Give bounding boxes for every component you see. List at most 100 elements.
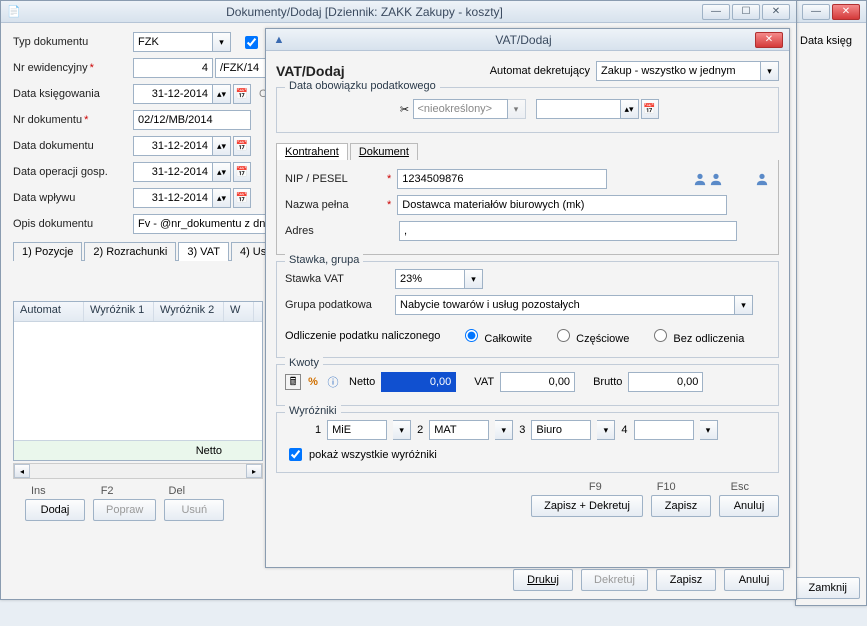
data-ksieg-input[interactable] <box>133 84 213 104</box>
zapisz-button[interactable]: Zapisz <box>656 569 716 591</box>
wyr1-dd[interactable]: ▾ <box>393 420 411 440</box>
bg-zamknij-button[interactable]: Zamknij <box>795 577 860 599</box>
bg-close[interactable]: ✕ <box>832 4 860 20</box>
wyr2-input[interactable] <box>429 420 489 440</box>
data-obowiazku-date[interactable] <box>536 99 621 119</box>
data-dok-spin[interactable]: ▴▾ <box>213 136 231 156</box>
stawka-input[interactable] <box>395 269 465 289</box>
wyr3-dd[interactable]: ▾ <box>597 420 615 440</box>
tab-vat[interactable]: 3) VAT <box>178 242 229 261</box>
col-automat[interactable]: Automat <box>14 302 84 321</box>
wyr4-dd[interactable]: ▾ <box>700 420 718 440</box>
vat-anuluj-button[interactable]: Anuluj <box>719 495 779 517</box>
calculator-icon[interactable]: 🖩 <box>285 374 301 390</box>
tab-pozycje[interactable]: 1) Pozycje <box>13 242 82 261</box>
data-oper-input[interactable] <box>133 162 213 182</box>
data-wplywu-spin[interactable]: ▴▾ <box>213 188 231 208</box>
data-dok-calendar-icon[interactable]: 📅 <box>233 136 251 156</box>
nr-dok-input[interactable] <box>133 110 251 130</box>
nip-label: NIP / PESEL <box>285 173 385 185</box>
zapisz-dekretuj-button[interactable]: Zapisz + Dekretuj <box>531 495 643 517</box>
data-oper-label: Data operacji gosp. <box>13 166 133 178</box>
bg-minimize[interactable]: — <box>802 4 830 20</box>
pokaz-wszystkie-checkbox[interactable]: pokaż wszystkie wyróżniki <box>285 445 437 464</box>
scissors-icon: ✂ <box>397 101 413 117</box>
data-obowiazku-spin[interactable]: ▴▾ <box>621 99 639 119</box>
tab-rozrachunki[interactable]: 2) Rozrachunki <box>84 242 176 261</box>
vat-table: Automat Wyróżnik 1 Wyróżnik 2 W Netto <box>13 301 263 461</box>
wyr2-n: 2 <box>417 424 423 436</box>
typ-dokumentu-label: Typ dokumentu <box>13 36 133 48</box>
person-icon-1[interactable] <box>692 171 708 187</box>
data-oper-calendar-icon[interactable]: 📅 <box>233 162 251 182</box>
data-ksieg-calendar-icon[interactable]: 📅 <box>233 84 251 104</box>
wyr3-input[interactable] <box>531 420 591 440</box>
wyr2-dd[interactable]: ▾ <box>495 420 513 440</box>
nr-ewid-input[interactable] <box>133 58 213 78</box>
nip-input[interactable] <box>397 169 607 189</box>
col-wyr2[interactable]: Wyróżnik 2 <box>154 302 224 321</box>
main-minimize-button[interactable]: — <box>702 4 730 20</box>
adres-input[interactable] <box>399 221 737 241</box>
hint-ins: Ins <box>31 485 46 497</box>
scroll-left[interactable]: ◂ <box>14 464 30 478</box>
radio-calkowite[interactable]: Całkowite <box>460 326 532 345</box>
grupa-label: Grupa podatkowa <box>285 299 395 311</box>
nieokreslony-dropdown[interactable]: ▾ <box>508 99 526 119</box>
dodaj-button[interactable]: Dodaj <box>25 499 85 521</box>
main-close-button[interactable]: ✕ <box>762 4 790 20</box>
odliczenie-label: Odliczenie podatku naliczonego <box>285 330 440 342</box>
vat-amt-input[interactable] <box>500 372 575 392</box>
typ-dokumentu-input[interactable] <box>133 32 213 52</box>
brutto-input[interactable] <box>628 372 703 392</box>
data-obowiazku-group: Data obowiązku podatkowego ✂ ▾ ▴▾ 📅 <box>276 87 779 133</box>
vat-zapisz-button[interactable]: Zapisz <box>651 495 711 517</box>
grupa-input[interactable] <box>395 295 735 315</box>
data-dok-input[interactable] <box>133 136 213 156</box>
info-icon[interactable]: ⓘ <box>325 374 341 390</box>
anuluj-button[interactable]: Anuluj <box>724 569 784 591</box>
wyr1-input[interactable] <box>327 420 387 440</box>
nieokreslony-input[interactable] <box>413 99 508 119</box>
main-title: Dokumenty/Dodaj [Dziennik: ZAKK Zakupy -… <box>27 5 702 19</box>
main-maximize-button[interactable]: ☐ <box>732 4 760 20</box>
col-wyr1[interactable]: Wyróżnik 1 <box>84 302 154 321</box>
vat-app-icon: ▲ <box>272 33 286 47</box>
wyr4-input[interactable] <box>634 420 694 440</box>
usun-button[interactable]: Usuń <box>164 499 224 521</box>
radio-bez[interactable]: Bez odliczenia <box>649 326 744 345</box>
stawka-dropdown[interactable]: ▾ <box>465 269 483 289</box>
typ-dokumentu-dropdown[interactable]: ▾ <box>213 32 231 52</box>
person-icon-3[interactable] <box>754 171 770 187</box>
automat-dropdown[interactable]: ▾ <box>761 61 779 81</box>
data-oper-spin[interactable]: ▴▾ <box>213 162 231 182</box>
stawka-group: Stawka, grupa Stawka VAT ▾ Grupa podatko… <box>276 261 779 358</box>
scroll-right[interactable]: ▸ <box>246 464 262 478</box>
data-ksieg-spin[interactable]: ▴▾ <box>213 84 231 104</box>
percent-icon[interactable]: % <box>305 374 321 390</box>
vat-amt-label: VAT <box>474 376 494 388</box>
data-wplywu-calendar-icon[interactable]: 📅 <box>233 188 251 208</box>
data-obowiazku-calendar-icon[interactable]: 📅 <box>641 99 659 119</box>
opis-input[interactable] <box>133 214 273 234</box>
subtab-dokument[interactable]: Dokument <box>350 143 418 160</box>
person-icon-2[interactable] <box>708 171 724 187</box>
opis-label: Opis dokumentu <box>13 218 133 230</box>
popraw-button[interactable]: Popraw <box>93 499 156 521</box>
hint-f2: F2 <box>101 485 114 497</box>
subtab-kontrahent[interactable]: Kontrahent <box>276 143 348 160</box>
data-wplywu-label: Data wpływu <box>13 192 133 204</box>
brutto-label: Brutto <box>593 376 622 388</box>
grupa-dropdown[interactable]: ▾ <box>735 295 753 315</box>
wyr1-n: 1 <box>315 424 321 436</box>
data-wplywu-input[interactable] <box>133 188 213 208</box>
nazwa-input[interactable] <box>397 195 727 215</box>
netto-input[interactable] <box>381 372 456 392</box>
drukuj-button[interactable]: Drukuj <box>513 569 573 591</box>
radio-czesciowe[interactable]: Częściowe <box>552 326 629 345</box>
nazwa-label: Nazwa pełna <box>285 199 385 211</box>
col-w[interactable]: W <box>224 302 254 321</box>
automat-input[interactable] <box>596 61 761 81</box>
dekretuj-button[interactable]: Dekretuj <box>581 569 648 591</box>
vat-close-button[interactable]: ✕ <box>755 32 783 48</box>
